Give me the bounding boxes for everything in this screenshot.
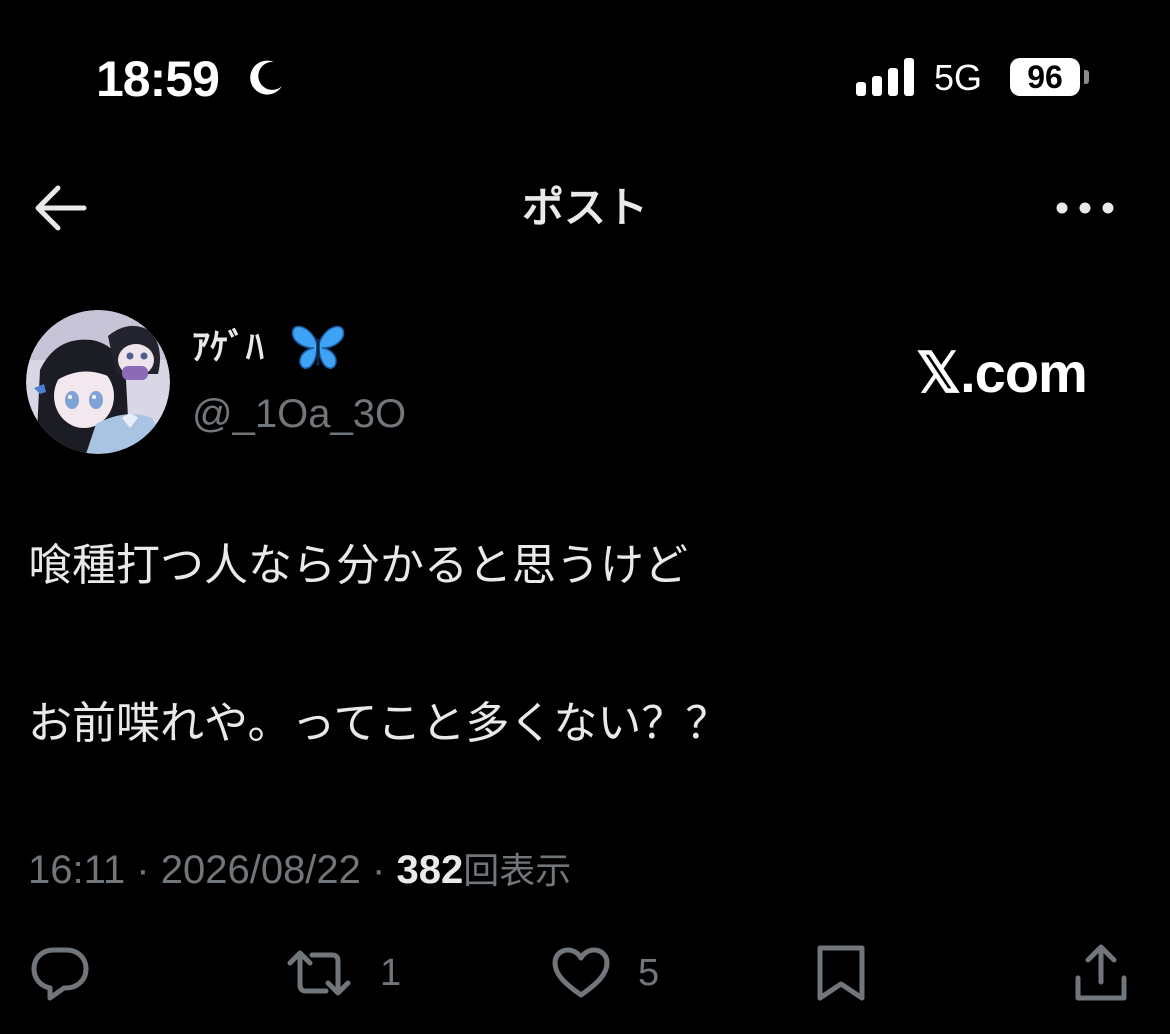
meta-separator: · (372, 848, 386, 892)
like-count: 5 (638, 952, 660, 994)
post-time: 16:11 (28, 848, 126, 892)
post-meta: 16:11 · 2026/08/22 · 382回表示 (28, 844, 571, 897)
page-title: ポスト (521, 183, 648, 232)
view-count-label: 回表示 (463, 850, 572, 891)
butterfly-emoji-icon (291, 325, 345, 369)
repost-button[interactable]: 1 (284, 938, 401, 1008)
moon-icon (250, 60, 282, 95)
view-count: 382 (396, 848, 464, 892)
author-display-name[interactable]: ｱｹﾞﾊ (192, 324, 264, 372)
signal-strength-icon (856, 58, 914, 96)
arrow-left-icon[interactable] (28, 180, 90, 236)
post-date: 2026/08/22 (160, 848, 361, 892)
post-text-line: お前喋れや。ってこと多くない？？ (28, 698, 730, 749)
repost-icon (287, 950, 351, 996)
battery-level: 96 (1027, 58, 1063, 95)
like-button[interactable]: 5 (550, 938, 659, 1008)
status-time: 18:59 (96, 51, 220, 107)
battery-cap (1084, 70, 1089, 84)
more-dots-icon[interactable] (1052, 190, 1118, 226)
meta-separator: · (136, 848, 150, 892)
bookmark-icon (817, 945, 865, 1001)
network-type: 5G (934, 57, 983, 98)
x-com-watermark: 𝕏.com (916, 341, 1088, 404)
share-button[interactable] (1072, 938, 1130, 1008)
post-text-line: 喰種打つ人なら分かると思うけど (28, 540, 688, 591)
reply-button[interactable] (30, 938, 116, 1008)
bookmark-button[interactable] (814, 938, 868, 1008)
author-handle[interactable]: @_1Oa_3O (192, 388, 406, 440)
heart-icon (552, 947, 610, 998)
battery-indicator: 96 (1010, 58, 1080, 96)
avatar[interactable] (26, 310, 170, 454)
share-icon (1075, 944, 1127, 1001)
repost-count: 1 (380, 952, 402, 994)
comment-icon (31, 947, 89, 1001)
